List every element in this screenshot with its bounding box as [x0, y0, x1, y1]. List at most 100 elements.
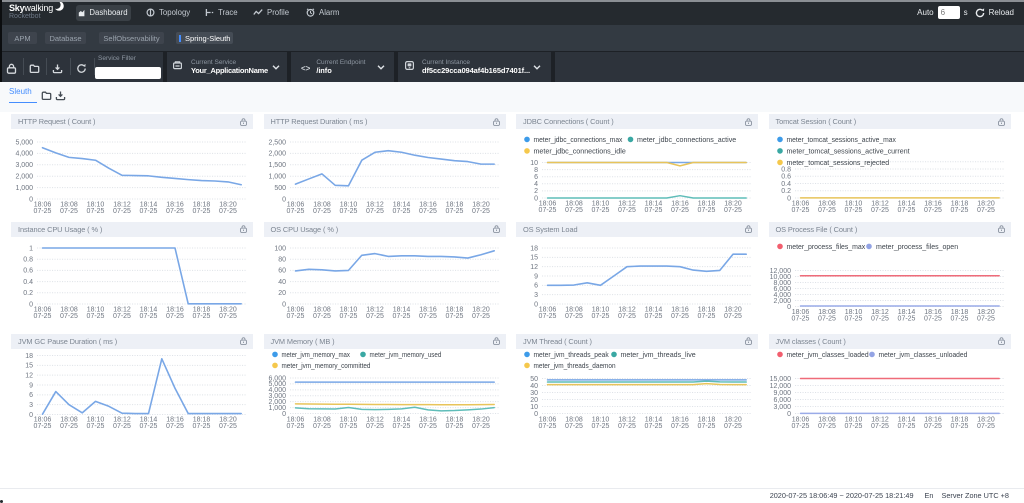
- svg-text:10: 10: [530, 160, 538, 167]
- svg-text:07-25: 07-25: [818, 207, 836, 214]
- svg-text:07-25: 07-25: [87, 423, 105, 430]
- svg-text:0: 0: [29, 411, 33, 418]
- svg-text:07-25: 07-25: [313, 313, 331, 320]
- svg-text:07-25: 07-25: [87, 208, 105, 215]
- svg-text:0: 0: [282, 410, 286, 417]
- svg-text:15: 15: [25, 362, 33, 369]
- svg-text:07-25: 07-25: [565, 207, 583, 214]
- svg-text:0.2: 0.2: [781, 188, 791, 195]
- svg-text:9: 9: [29, 382, 33, 389]
- svg-text:07-25: 07-25: [339, 208, 357, 215]
- svg-text:07-25: 07-25: [419, 313, 437, 320]
- svg-text:07-25: 07-25: [445, 313, 463, 320]
- svg-text:12: 12: [530, 263, 538, 270]
- svg-text:50: 50: [530, 375, 538, 382]
- svg-text:07-25: 07-25: [818, 423, 836, 430]
- svg-text:07-25: 07-25: [924, 315, 942, 322]
- svg-text:0: 0: [282, 196, 286, 203]
- svg-text:2,000: 2,000: [15, 174, 33, 181]
- svg-text:07-25: 07-25: [366, 423, 384, 430]
- svg-text:2,000: 2,000: [268, 151, 286, 158]
- svg-text:07-25: 07-25: [286, 313, 304, 320]
- svg-text:meter_jvm_classes_loaded: meter_jvm_classes_loaded: [786, 350, 868, 359]
- svg-text:07-25: 07-25: [140, 423, 158, 430]
- svg-text:8: 8: [534, 167, 538, 174]
- svg-text:07-25: 07-25: [366, 313, 384, 320]
- svg-text:07-25: 07-25: [791, 315, 809, 322]
- svg-text:07-25: 07-25: [219, 208, 237, 215]
- svg-text:07-25: 07-25: [818, 315, 836, 322]
- svg-text:0.8: 0.8: [23, 256, 33, 263]
- svg-text:4,000: 4,000: [15, 151, 33, 158]
- svg-text:20: 20: [530, 396, 538, 403]
- svg-text:07-25: 07-25: [565, 313, 583, 320]
- svg-text:07-25: 07-25: [592, 313, 610, 320]
- svg-text:4: 4: [534, 181, 538, 188]
- svg-text:07-25: 07-25: [313, 423, 331, 430]
- svg-text:07-25: 07-25: [113, 313, 131, 320]
- svg-text:07-25: 07-25: [724, 423, 742, 430]
- svg-text:07-25: 07-25: [871, 315, 889, 322]
- svg-text:07-25: 07-25: [897, 315, 915, 322]
- svg-text:07-25: 07-25: [618, 207, 636, 214]
- svg-text:07-25: 07-25: [698, 313, 716, 320]
- svg-text:meter_jdbc_connections_idle: meter_jdbc_connections_idle: [534, 147, 626, 156]
- svg-text:0: 0: [534, 301, 538, 308]
- svg-text:07-25: 07-25: [844, 207, 862, 214]
- svg-text:07-25: 07-25: [419, 208, 437, 215]
- svg-text:07-25: 07-25: [472, 423, 490, 430]
- svg-text:meter_jdbc_connections_max: meter_jdbc_connections_max: [534, 135, 623, 144]
- svg-text:0: 0: [282, 301, 286, 308]
- svg-text:0.2: 0.2: [23, 290, 33, 297]
- svg-text:100: 100: [274, 245, 286, 252]
- svg-text:07-25: 07-25: [419, 423, 437, 430]
- svg-text:07-25: 07-25: [392, 423, 410, 430]
- svg-text:07-25: 07-25: [140, 313, 158, 320]
- svg-text:meter_jvm_memory_max: meter_jvm_memory_max: [281, 350, 350, 359]
- svg-text:07-25: 07-25: [140, 208, 158, 215]
- svg-text:07-25: 07-25: [592, 423, 610, 430]
- svg-text:07-25: 07-25: [844, 423, 862, 430]
- svg-text:07-25: 07-25: [339, 423, 357, 430]
- svg-text:07-25: 07-25: [34, 423, 52, 430]
- svg-text:07-25: 07-25: [671, 423, 689, 430]
- svg-text:30: 30: [530, 389, 538, 396]
- svg-text:07-25: 07-25: [924, 423, 942, 430]
- svg-text:07-25: 07-25: [671, 313, 689, 320]
- svg-text:0: 0: [534, 410, 538, 417]
- svg-text:0.8: 0.8: [781, 166, 791, 173]
- svg-text:07-25: 07-25: [645, 207, 663, 214]
- svg-text:80: 80: [278, 256, 286, 263]
- svg-text:07-25: 07-25: [445, 208, 463, 215]
- svg-text:60: 60: [278, 267, 286, 274]
- svg-text:10: 10: [530, 403, 538, 410]
- svg-text:07-25: 07-25: [219, 313, 237, 320]
- svg-text:07-25: 07-25: [60, 423, 78, 430]
- svg-text:0: 0: [787, 410, 791, 417]
- svg-text:0: 0: [534, 195, 538, 202]
- svg-text:1: 1: [29, 245, 33, 252]
- svg-text:0: 0: [787, 303, 791, 310]
- svg-text:07-25: 07-25: [565, 423, 583, 430]
- svg-text:18: 18: [530, 245, 538, 252]
- svg-text:3,000: 3,000: [773, 403, 791, 410]
- svg-text:meter_jvm_memory_committed: meter_jvm_memory_committed: [281, 361, 370, 370]
- svg-text:07-25: 07-25: [113, 208, 131, 215]
- svg-text:15: 15: [530, 254, 538, 261]
- svg-text:07-25: 07-25: [34, 313, 52, 320]
- svg-text:07-25: 07-25: [950, 315, 968, 322]
- svg-text:07-25: 07-25: [724, 207, 742, 214]
- svg-text:07-25: 07-25: [645, 313, 663, 320]
- svg-text:18: 18: [25, 352, 33, 359]
- svg-text:500: 500: [274, 185, 286, 192]
- svg-text:12: 12: [25, 372, 33, 379]
- svg-text:07-25: 07-25: [977, 207, 995, 214]
- svg-text:6,000: 6,000: [773, 396, 791, 403]
- svg-text:07-25: 07-25: [897, 423, 915, 430]
- svg-text:07-25: 07-25: [698, 207, 716, 214]
- svg-text:07-25: 07-25: [87, 313, 105, 320]
- svg-text:07-25: 07-25: [392, 208, 410, 215]
- svg-text:07-25: 07-25: [193, 423, 211, 430]
- svg-text:6: 6: [534, 174, 538, 181]
- svg-text:07-25: 07-25: [539, 423, 557, 430]
